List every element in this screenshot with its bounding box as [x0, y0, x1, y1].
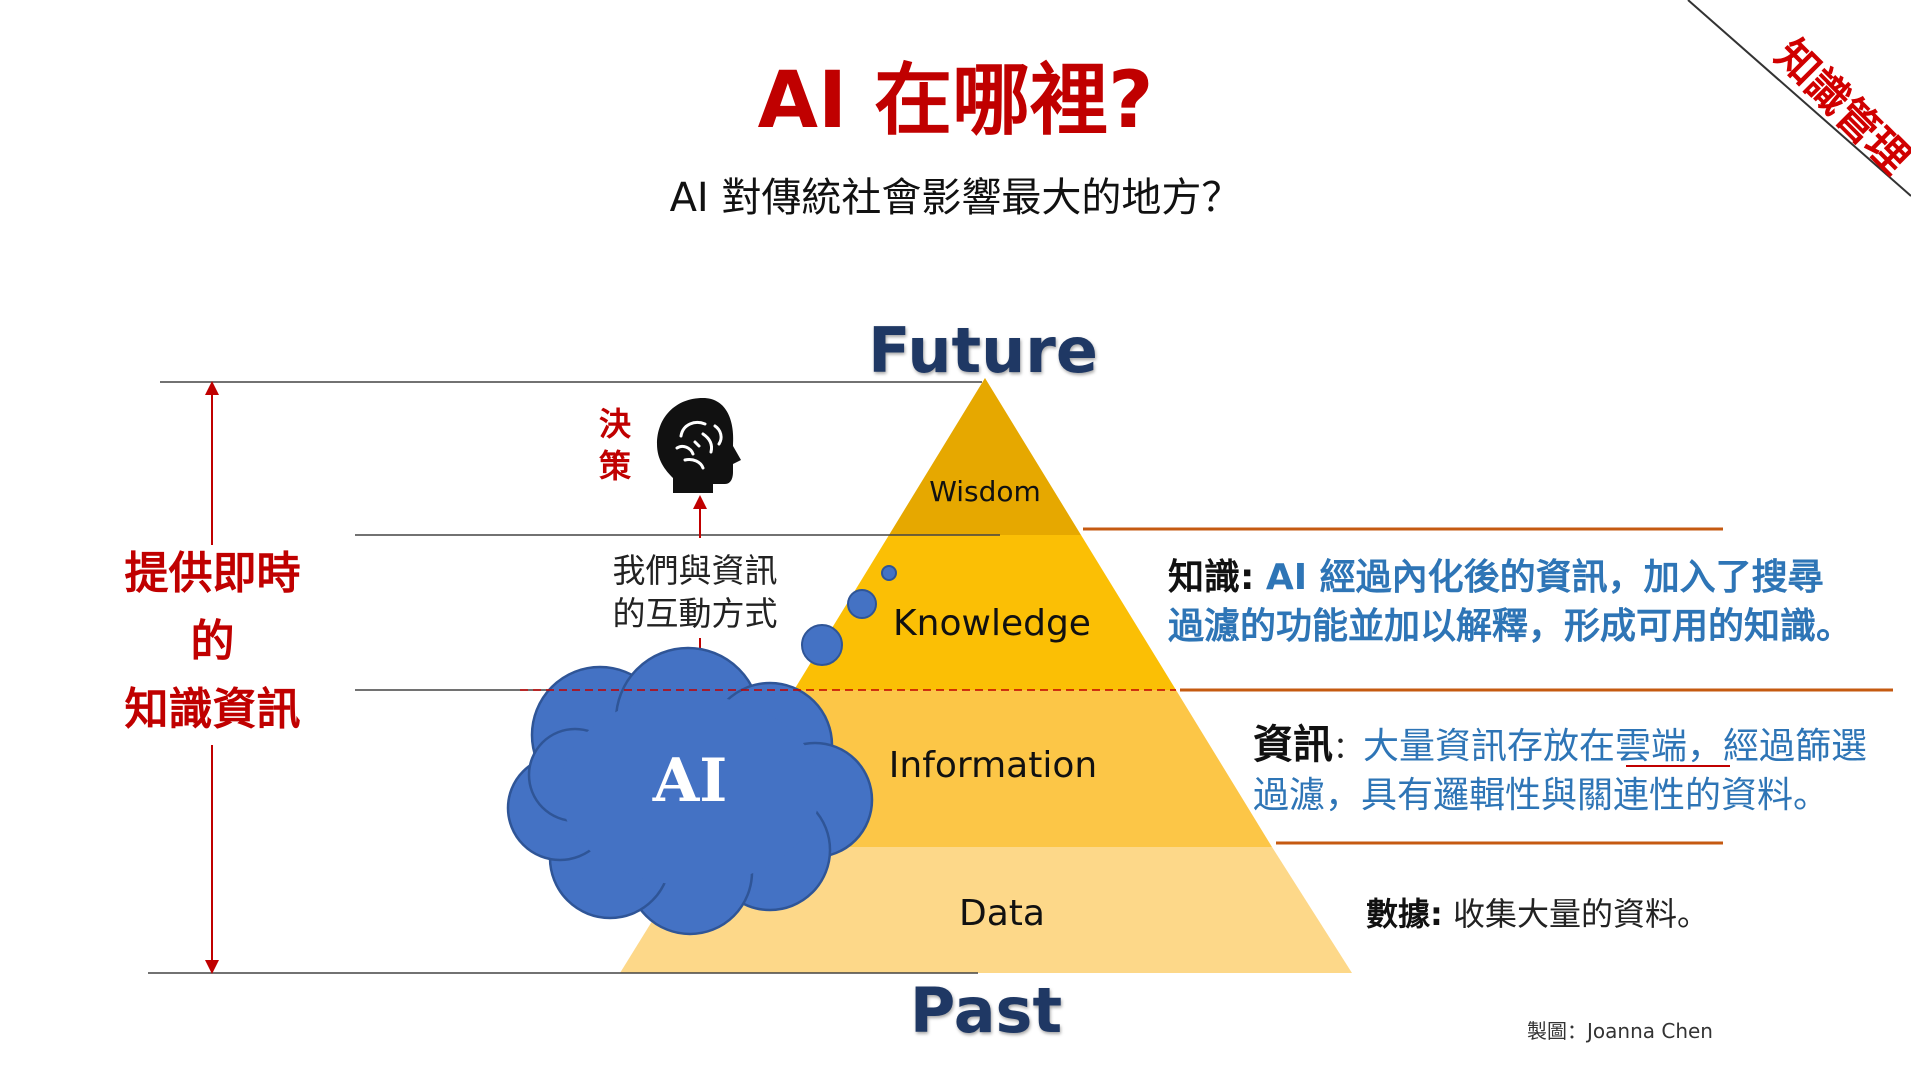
- left-note-line-1: 提供即時: [124, 548, 301, 599]
- information-line-1: 大量資訊存放在雲端，經過篩選: [1363, 726, 1868, 767]
- knowledge-line-1: AI 經過內化後的資訊，加入了搜尋: [1265, 557, 1824, 598]
- interaction-note: 我們與資訊 的互動方式: [580, 550, 810, 636]
- information-description: 資訊：大量資訊存放在雲端，經過篩選 過濾，具有邏輯性與關連性的資料。: [1253, 718, 1867, 821]
- future-label: Future: [868, 314, 1098, 387]
- information-key: 資訊: [1253, 722, 1333, 768]
- layer-label-data: Data: [959, 893, 1045, 934]
- credit-label: 製圖：Joanna Chen: [1527, 1019, 1713, 1043]
- decision-label: 決 策: [590, 404, 640, 487]
- knowledge-description: 知識: AI 經過內化後的資訊，加入了搜尋 過濾的功能並加以解釋，形成可用的知識…: [1168, 554, 1852, 651]
- data-value: 收集大量的資料。: [1452, 895, 1709, 933]
- brain-head-icon: [657, 398, 741, 493]
- information-separator: ：: [1333, 731, 1363, 766]
- decision-char-2: 策: [598, 446, 631, 485]
- decision-char-1: 決: [598, 405, 631, 443]
- page-title: AI 在哪裡?: [757, 56, 1154, 146]
- layer-label-information: Information: [888, 745, 1098, 786]
- left-note: 提供即時 的 知識資訊: [80, 540, 345, 745]
- knowledge-key: 知識:: [1168, 557, 1255, 598]
- page-subtitle: AI 對傳統社會影響最大的地方？: [669, 175, 1242, 221]
- layer-label-knowledge: Knowledge: [893, 603, 1091, 644]
- pyramid-layer-wisdom: [889, 378, 1081, 535]
- past-label: Past: [909, 974, 1063, 1047]
- left-note-line-3: 知識資訊: [124, 684, 301, 736]
- layer-label-wisdom: Wisdom: [929, 475, 1041, 508]
- data-description: 數據: 收集大量的資料。: [1366, 893, 1709, 936]
- left-note-line-2: 的: [190, 616, 235, 668]
- information-line-2: 過濾，具有邏輯性與關連性的資料。: [1253, 775, 1830, 816]
- ai-cloud-label: AI: [652, 746, 728, 816]
- interaction-line-2: 的互動方式: [612, 593, 778, 633]
- thought-bubble-small: [881, 565, 897, 581]
- interaction-line-1: 我們與資訊: [612, 551, 778, 590]
- knowledge-line-2: 過濾的功能並加以解釋，形成可用的知識。: [1168, 605, 1853, 647]
- data-key: 數據:: [1366, 895, 1443, 933]
